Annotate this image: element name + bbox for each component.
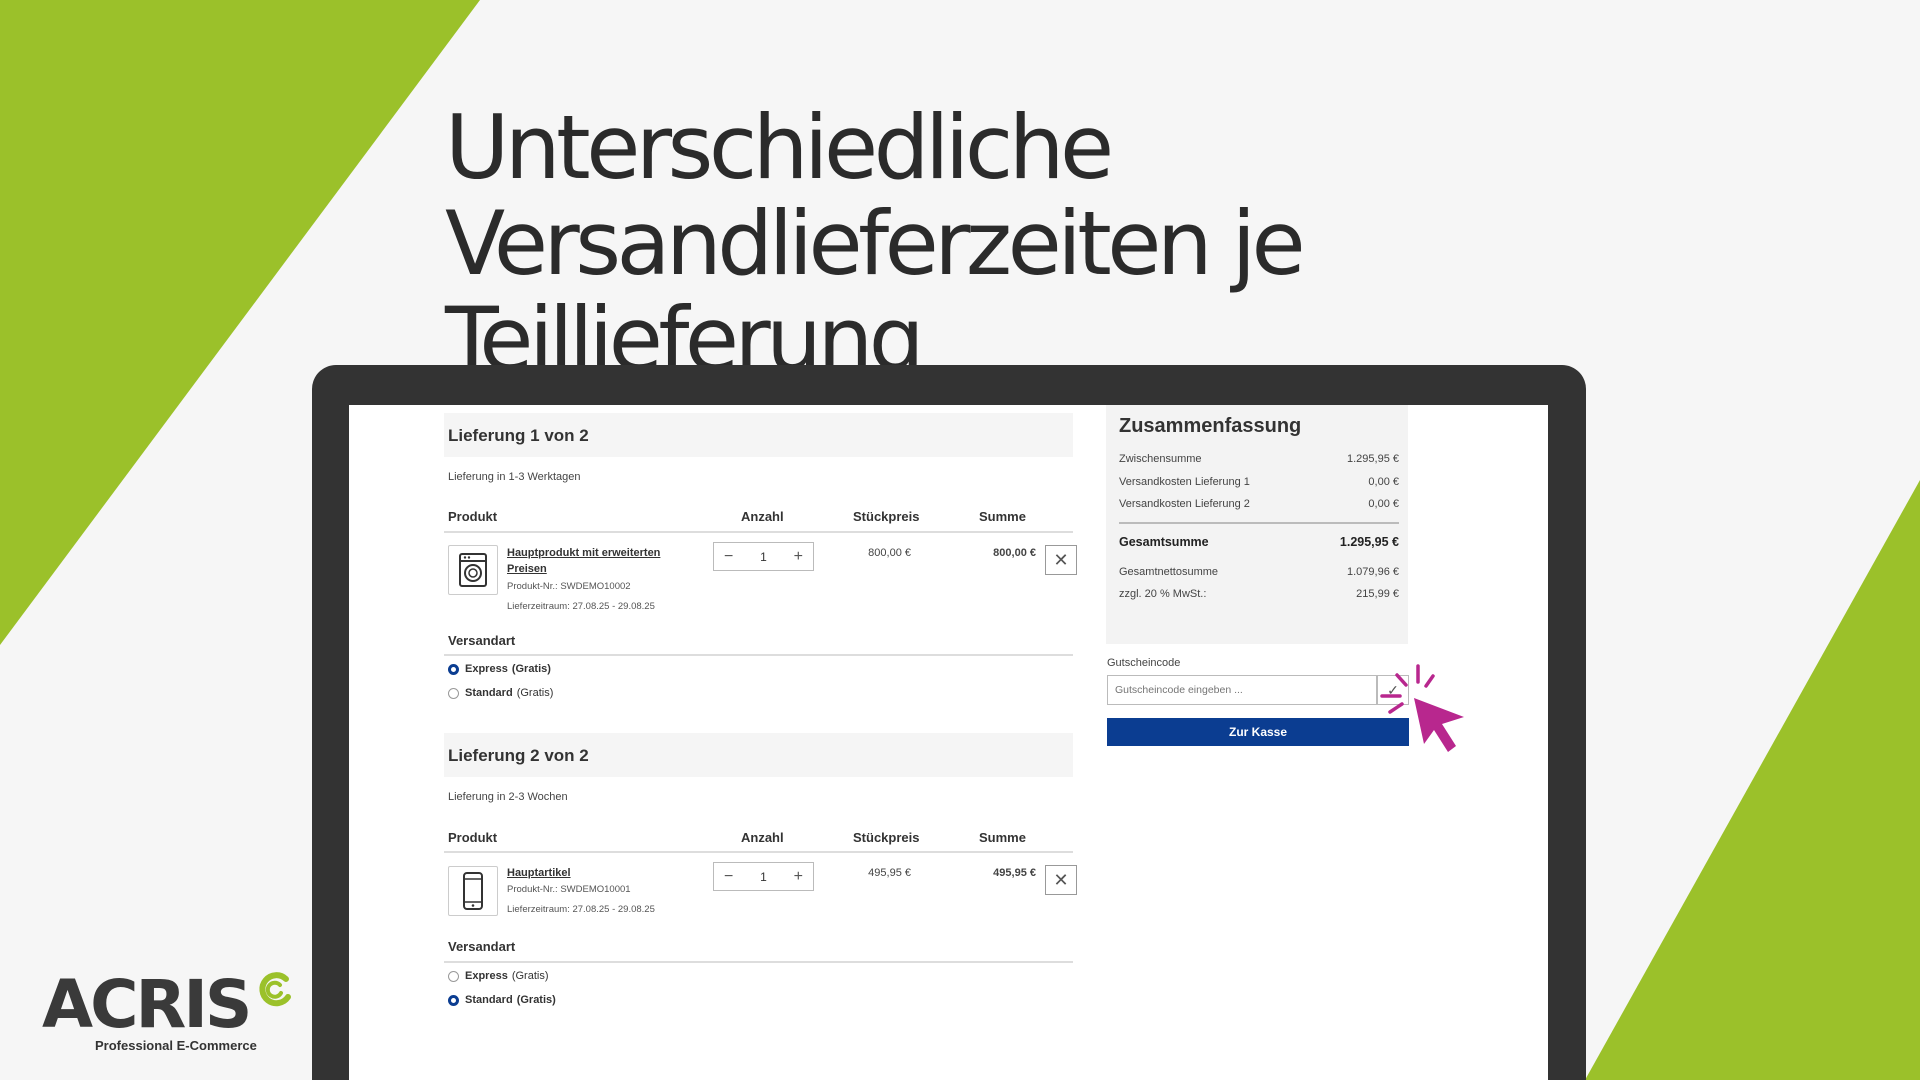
quantity-value: 1 (760, 549, 767, 564)
shipping-option-express[interactable]: Express (Gratis) (448, 970, 548, 982)
shipping-option-note: (Gratis) (511, 970, 549, 982)
logo-swoosh-icon (259, 972, 291, 1007)
checkout-button[interactable]: Zur Kasse (1107, 718, 1409, 746)
col-total: Summe (979, 830, 1026, 845)
minus-icon[interactable]: − (724, 548, 733, 566)
col-total: Summe (979, 509, 1026, 524)
summary-row-label: Gesamtnettosumme (1119, 566, 1219, 578)
summary-row-value: 215,99 € (1356, 588, 1399, 600)
product-thumbnail[interactable] (448, 866, 498, 916)
radio-selected[interactable] (448, 994, 459, 1006)
shipping-divider (444, 654, 1073, 656)
col-product: Produkt (448, 509, 498, 524)
shipping-option-standard[interactable]: Standard (Gratis) (448, 994, 560, 1006)
col-unit-price: Stückpreis (853, 830, 920, 845)
logo-wordmark: ACRIS (42, 966, 252, 1043)
shipping-option-name: Express (465, 663, 508, 675)
radio-unselected[interactable] (448, 970, 459, 982)
unit-price: 800,00 € (868, 547, 911, 559)
shipping-option-note: (Gratis) (516, 687, 554, 699)
shipping-method-label: Versandart (448, 939, 516, 954)
green-triangle-right (1585, 480, 1920, 1080)
summary-row-value: 1.295,95 € (1347, 453, 1399, 465)
shipping-option-standard[interactable]: Standard (Gratis) (448, 687, 553, 699)
washing-machine-icon (459, 553, 487, 587)
summary-row-label: zzgl. 20 % MwSt.: (1119, 588, 1207, 600)
smartphone-icon (463, 872, 483, 910)
product-name-link[interactable]: Hauptartikel (507, 865, 682, 881)
delivery-2-title: Lieferung 2 von 2 (448, 746, 589, 765)
delivery-1-lead-time: Lieferung in 1-3 Werktagen (448, 471, 581, 483)
grand-total-label: Gesamtsumme (1119, 535, 1209, 549)
shipping-option-note: (Gratis) (516, 994, 556, 1006)
table-header-divider (444, 531, 1073, 533)
table-header-divider (444, 851, 1073, 853)
line-total: 495,95 € (993, 867, 1036, 879)
shipping-option-name: Standard (465, 994, 513, 1006)
radio-unselected[interactable] (448, 687, 459, 699)
shipping-divider (444, 961, 1073, 963)
plus-icon[interactable]: + (794, 548, 803, 566)
summary-row: zzgl. 20 % MwSt.: 215,99 € (1119, 588, 1399, 600)
headline-line-1: Unterschiedliche Versandlieferzeiten je (445, 96, 1306, 295)
product-sku: Produkt-Nr.: SWDEMO10002 (507, 581, 631, 592)
product-delivery-period: Lieferzeitraum: 27.08.25 - 29.08.25 (507, 904, 655, 915)
summary-row: Versandkosten Lieferung 1 0,00 € (1119, 476, 1399, 488)
summary-row: Zwischensumme 1.295,95 € (1119, 453, 1399, 465)
col-unit-price: Stückpreis (853, 509, 920, 524)
product-name-link[interactable]: Hauptprodukt mit erweiterten Preisen (507, 545, 682, 577)
summary-row-value: 1.079,96 € (1347, 566, 1399, 578)
remove-item-button[interactable]: ✕ (1045, 865, 1077, 895)
shipping-option-name: Standard (465, 687, 513, 699)
page-headline: Unterschiedliche Versandlieferzeiten je … (445, 100, 1885, 388)
cursor-pointer-icon (1380, 664, 1464, 752)
summary-divider (1119, 522, 1399, 524)
close-icon: ✕ (1053, 869, 1069, 890)
summary-title: Zusammenfassung (1119, 415, 1302, 437)
minus-icon[interactable]: − (724, 868, 733, 886)
acris-logo: ACRIS Professional E-Commerce (42, 966, 291, 1053)
line-total: 800,00 € (993, 547, 1036, 559)
shipping-option-express[interactable]: Express (Gratis) (448, 663, 555, 675)
product-sku: Produkt-Nr.: SWDEMO10001 (507, 884, 631, 895)
shipping-option-note: (Gratis) (511, 663, 551, 675)
delivery-2-lead-time: Lieferung in 2-3 Wochen (448, 791, 568, 803)
quantity-value: 1 (760, 869, 767, 884)
summary-row-label: Zwischensumme (1119, 453, 1202, 465)
summary-row: Versandkosten Lieferung 2 0,00 € (1119, 498, 1399, 510)
summary-row-value: 0,00 € (1368, 498, 1399, 510)
product-delivery-period: Lieferzeitraum: 27.08.25 - 29.08.25 (507, 601, 655, 612)
quantity-stepper[interactable]: − 1 + (713, 542, 814, 571)
radio-selected[interactable] (448, 663, 459, 675)
summary-row-label: Versandkosten Lieferung 2 (1119, 498, 1250, 510)
shipping-method-label: Versandart (448, 633, 516, 648)
remove-item-button[interactable]: ✕ (1045, 545, 1077, 575)
close-icon: ✕ (1053, 549, 1069, 570)
order-summary-panel (1106, 405, 1408, 644)
shop-checkout-screen: Lieferung 1 von 2 Lieferung in 1-3 Werkt… (349, 405, 1548, 1080)
quantity-stepper[interactable]: − 1 + (713, 862, 814, 891)
summary-row-label: Versandkosten Lieferung 1 (1119, 476, 1250, 488)
col-qty: Anzahl (741, 830, 784, 845)
unit-price: 495,95 € (868, 867, 911, 879)
coupon-label: Gutscheincode (1107, 657, 1181, 669)
coupon-input[interactable] (1107, 675, 1377, 705)
delivery-1-title: Lieferung 1 von 2 (448, 426, 589, 445)
summary-row: Gesamtnettosumme 1.079,96 € (1119, 566, 1399, 578)
product-thumbnail[interactable] (448, 545, 498, 595)
plus-icon[interactable]: + (794, 868, 803, 886)
grand-total-row: Gesamtsumme 1.295,95 € (1119, 535, 1399, 549)
shipping-option-name: Express (465, 970, 508, 982)
grand-total-value: 1.295,95 € (1339, 535, 1399, 549)
summary-row-value: 0,00 € (1368, 476, 1399, 488)
logo-tagline: Professional E-Commerce (95, 1038, 257, 1053)
col-product: Produkt (448, 830, 498, 845)
col-qty: Anzahl (741, 509, 784, 524)
